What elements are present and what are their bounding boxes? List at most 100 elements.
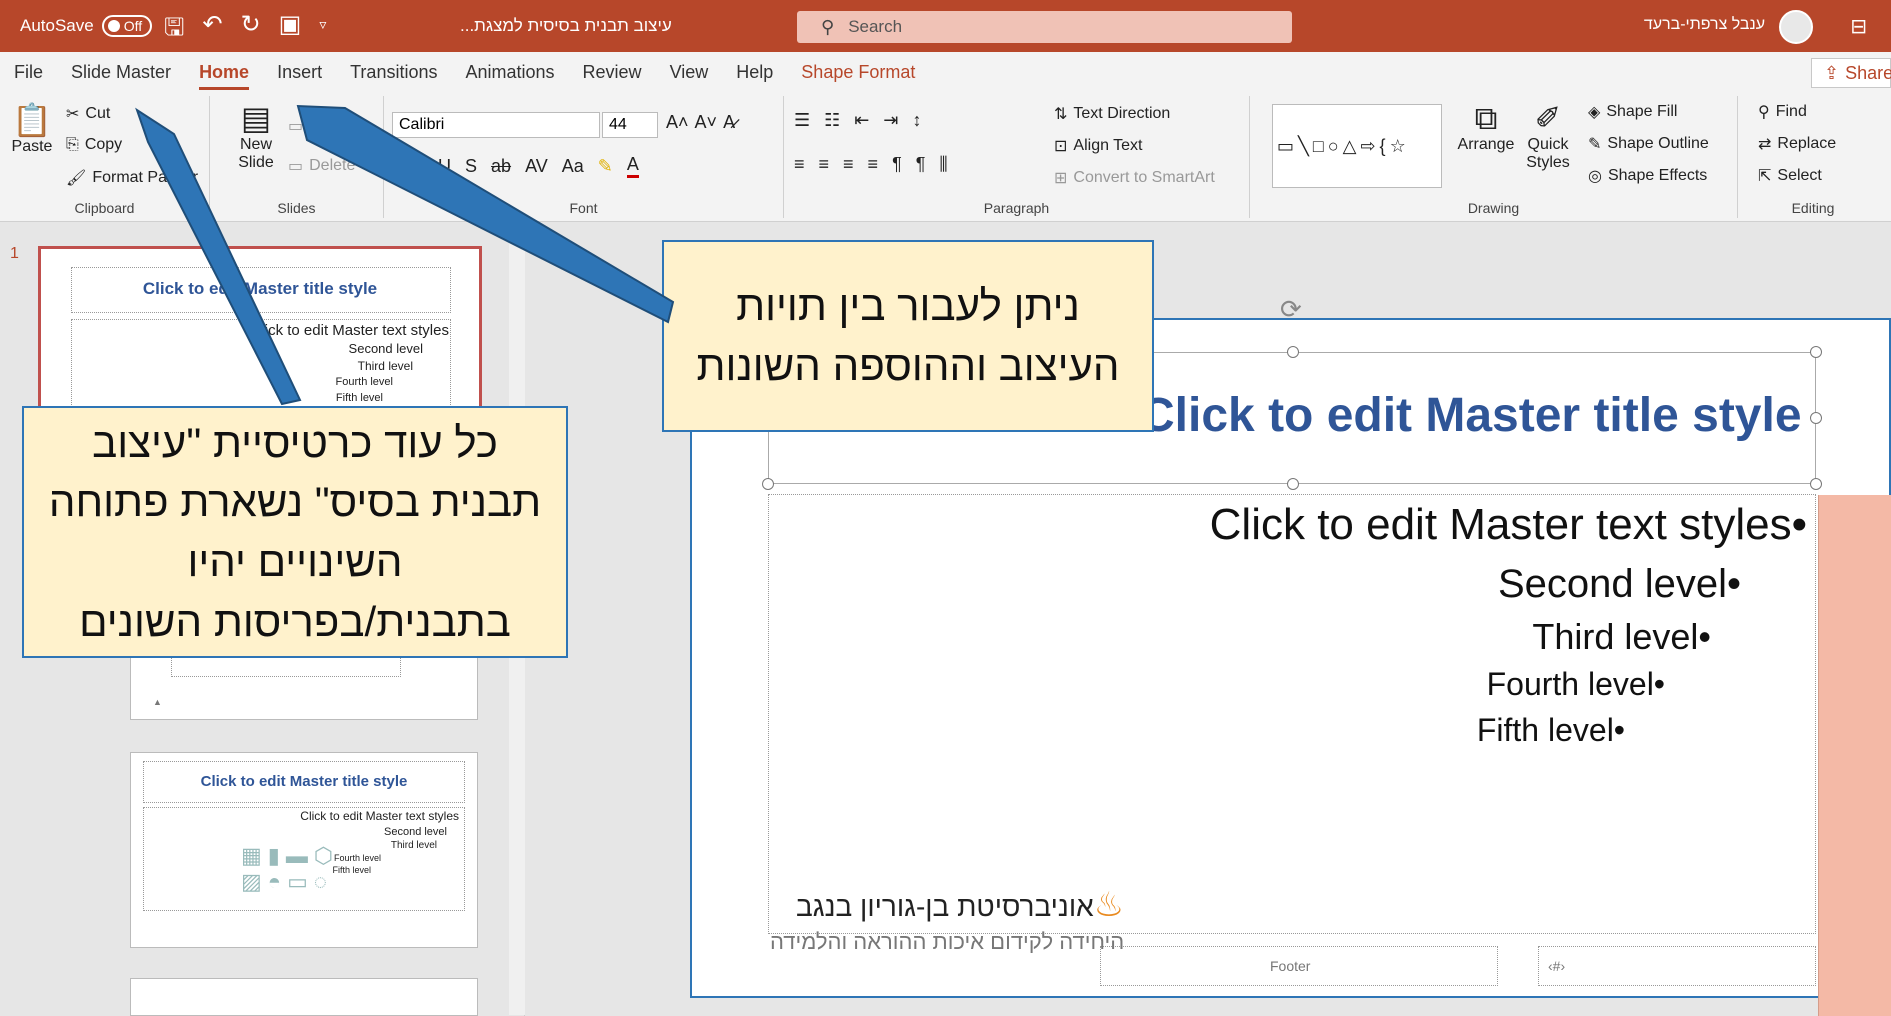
tab-home[interactable]: Home [185, 52, 263, 92]
tab-shape-format[interactable]: Shape Format [787, 52, 929, 92]
resize-handle[interactable] [1287, 478, 1299, 490]
character-spacing-icon[interactable]: AV [525, 156, 548, 177]
shrink-font-icon[interactable]: A˅ [695, 112, 718, 133]
slide-number-placeholder[interactable] [1538, 946, 1816, 986]
highlight-icon[interactable]: ✎ [598, 156, 613, 177]
tab-transitions[interactable]: Transitions [336, 52, 451, 92]
resize-handle[interactable] [1810, 412, 1822, 424]
convert-smartart-button[interactable]: ⊞ Convert to SmartArt [1054, 168, 1215, 188]
rect-shape-icon[interactable]: □ [1313, 136, 1324, 157]
star-shape-icon[interactable]: ☆ [1390, 136, 1406, 157]
present-icon[interactable]: ▣ [279, 10, 302, 51]
tab-animations[interactable]: Animations [451, 52, 568, 92]
bullets-icon[interactable]: ☰ [794, 110, 810, 131]
logo-line2: היחידה לקידום איכות ההוראה והלמידה [770, 929, 1125, 954]
ribbon-display-options-icon[interactable]: ⊟ [1850, 14, 1867, 39]
cut-button[interactable]: ✂ Cut [66, 104, 110, 124]
align-text-button[interactable]: ⊡ Align Text [1054, 136, 1142, 156]
delete-button[interactable]: ▭ Delete [288, 156, 355, 176]
undo-icon[interactable]: ↶ [202, 10, 222, 51]
ltr-icon[interactable]: ¶ [892, 154, 902, 175]
shape-outline-label: Shape Outline [1607, 135, 1709, 152]
master-thumbnail[interactable]: Click to edit Master title style Click t… [38, 246, 482, 419]
resize-handle[interactable] [1810, 478, 1822, 490]
user-name[interactable]: ענבל צרפתי-ברעד [1644, 16, 1765, 34]
paste-button[interactable]: 📋 Paste [10, 102, 54, 156]
logo-line1: ♨אוניברסיטת בן-גוריון בנגב [770, 885, 1124, 925]
tab-review[interactable]: Review [569, 52, 656, 92]
search-box[interactable]: ⚲ Search [797, 11, 1292, 43]
redo-icon[interactable]: ↻ [241, 10, 261, 51]
font-size-select[interactable]: 44 [602, 112, 658, 138]
quick-styles-button[interactable]: ✐ Quick Styles [1518, 100, 1578, 172]
rtl-icon[interactable]: ¶ [916, 154, 926, 175]
tab-slide-master[interactable]: Slide Master [57, 52, 185, 92]
layout-thumbnail-3[interactable] [130, 978, 478, 1016]
share-button[interactable]: ⇪ Share [1811, 58, 1891, 88]
grow-font-icon[interactable]: A˄ [666, 112, 689, 133]
resize-handle[interactable] [1810, 346, 1822, 358]
clear-formatting-icon[interactable]: A̷ [723, 112, 735, 133]
columns-icon[interactable]: ⫼ [939, 154, 947, 175]
document-title[interactable]: ...עיצוב תבנית בסיסית למצגת [460, 16, 672, 36]
line-shape-icon[interactable]: ╲ [1298, 136, 1309, 157]
body-level-2[interactable]: •Second level [1498, 562, 1741, 607]
convert-smartart-label: Convert to SmartArt [1073, 169, 1215, 186]
save-icon[interactable]: 🖫 [164, 10, 184, 51]
underline-icon[interactable]: U [438, 156, 451, 177]
body-level-5[interactable]: •Fifth level [1477, 712, 1625, 749]
flame-logo-icon: ♨ [1093, 886, 1125, 924]
align-left-icon[interactable]: ≡ [794, 154, 805, 175]
brace-shape-icon[interactable]: { [1380, 136, 1386, 157]
arrange-button[interactable]: ⧉ Arrange [1456, 100, 1516, 154]
font-color-icon[interactable]: A [626, 154, 639, 178]
slide-title[interactable]: Click to edit Master title style [1140, 388, 1802, 443]
body-level-1[interactable]: •Click to edit Master text styles [1210, 500, 1807, 550]
text-direction-button[interactable]: ⇅ Text Direction [1054, 104, 1170, 124]
bold-icon[interactable]: B [392, 156, 405, 177]
strikethrough-icon[interactable]: ab [491, 156, 511, 177]
select-button[interactable]: ⇱ Select [1758, 166, 1822, 186]
font-size-buttons[interactable]: A˄ A˅ A̷ [666, 112, 735, 133]
autosave-toggle[interactable]: Off [101, 15, 153, 37]
format-painter-button[interactable]: 🖌 Format Painter [66, 168, 198, 188]
italic-icon[interactable]: I [419, 156, 424, 177]
tab-insert[interactable]: Insert [263, 52, 336, 92]
decrease-indent-icon[interactable]: ⇤ [854, 110, 869, 131]
font-name-select[interactable]: Calibri [392, 112, 600, 138]
body-placeholder[interactable] [768, 494, 1816, 934]
list-buttons: ☰ ☷ ⇤ ⇥ ↕ [794, 110, 921, 131]
reset-button[interactable]: ▭ Reset [288, 116, 351, 136]
shape-outline-button[interactable]: ✎ Shape Outline [1588, 134, 1709, 154]
align-right-icon[interactable]: ≡ [843, 154, 854, 175]
numbering-icon[interactable]: ☷ [824, 110, 840, 131]
body-level-3[interactable]: •Third level [1532, 616, 1711, 658]
resize-handle[interactable] [1287, 346, 1299, 358]
justify-icon[interactable]: ≡ [868, 154, 879, 175]
customize-icon[interactable]: ▿ [319, 16, 326, 51]
shape-effects-button[interactable]: ◎ Shape Effects [1588, 166, 1707, 186]
line-spacing-icon[interactable]: ↕ [912, 110, 921, 131]
shape-fill-button[interactable]: ◈ Shape Fill [1588, 102, 1677, 122]
textbox-shape-icon[interactable]: ▭ [1277, 136, 1294, 157]
layout-thumbnail-2[interactable]: Click to edit Master title style Click t… [130, 752, 478, 948]
oval-shape-icon[interactable]: ○ [1328, 136, 1339, 157]
shapes-gallery[interactable]: ▭ ╲ □ ○ △ ⇨{☆ [1272, 104, 1442, 188]
tab-view[interactable]: View [656, 52, 723, 92]
align-center-icon[interactable]: ≡ [819, 154, 830, 175]
replace-button[interactable]: ⇄ Replace [1758, 134, 1836, 154]
change-case-icon[interactable]: Aa [562, 156, 584, 177]
new-slide-button[interactable]: ▤ New Slide [226, 100, 286, 172]
resize-handle[interactable] [762, 478, 774, 490]
copy-button[interactable]: ⎘ Copy [66, 136, 122, 154]
body-level-4[interactable]: •Fourth level [1487, 666, 1665, 703]
rotate-handle-icon[interactable]: ⟳ [1280, 294, 1302, 325]
find-button[interactable]: ⚲ Find [1758, 102, 1807, 122]
tab-file[interactable]: File [0, 52, 57, 92]
shadow-icon[interactable]: S [465, 156, 477, 177]
avatar[interactable] [1779, 10, 1813, 44]
triangle-shape-icon[interactable]: △ [1343, 136, 1357, 157]
increase-indent-icon[interactable]: ⇥ [883, 110, 898, 131]
tab-help[interactable]: Help [722, 52, 787, 92]
arrow-shape-icon[interactable]: ⇨ [1360, 136, 1375, 157]
